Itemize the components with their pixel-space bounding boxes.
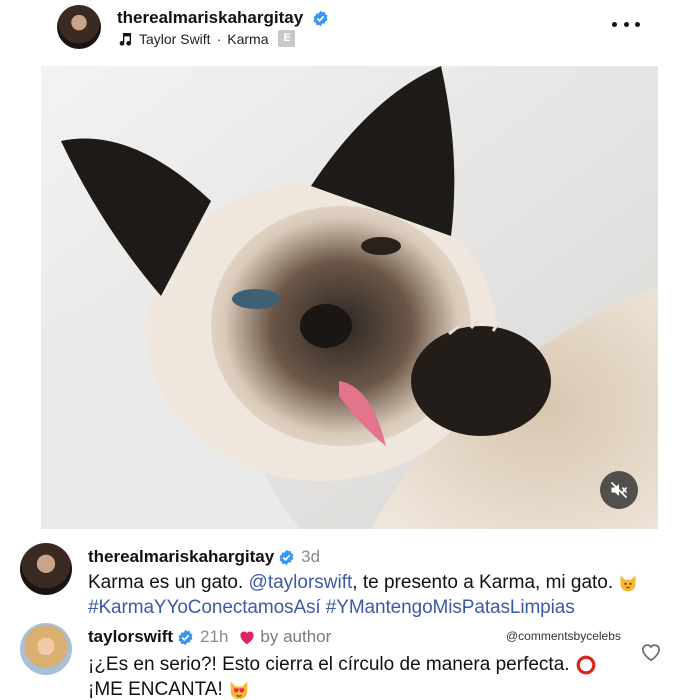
heart-eyes-cat-emoji-icon	[230, 681, 248, 700]
red-heart-icon	[240, 631, 254, 645]
mention-link[interactable]: @taylorswift	[249, 572, 353, 593]
post-author-avatar[interactable]	[57, 5, 101, 49]
comment-username[interactable]: therealmariskahargitay	[88, 547, 274, 567]
comment-avatar[interactable]	[20, 543, 72, 595]
comment-timestamp: 3d	[301, 547, 321, 566]
post-author-row: therealmariskahargitay	[117, 8, 329, 28]
verified-icon	[279, 549, 294, 565]
more-options-icon[interactable]	[612, 14, 640, 34]
cat-face-emoji-icon	[620, 575, 636, 592]
speaker-muted-icon	[610, 481, 628, 499]
audio-separator: ·	[216, 30, 222, 47]
liked-by-author-label: by author	[260, 627, 332, 646]
comment-text-part: , te presento a Karma, mi gato.	[352, 572, 614, 593]
comment-text: Karma es un gato. @taylorswift, te prese…	[88, 570, 688, 620]
cat-photo-image	[41, 66, 658, 529]
comment-text-part: Karma es un gato.	[88, 572, 249, 593]
comment-username[interactable]: taylorswift	[88, 627, 173, 647]
audio-artist: Taylor Swift	[139, 30, 211, 47]
verified-icon	[178, 629, 193, 645]
post-header: therealmariskahargitay Taylor Swift · Ka…	[0, 0, 700, 60]
explicit-badge: E	[278, 30, 296, 47]
comment-line-1: ¡¿Es en serio?! Esto cierra el círculo d…	[88, 654, 570, 675]
comment-timestamp: 21h	[200, 627, 229, 646]
audio-title: Karma	[227, 30, 269, 47]
comment-line-2: ¡ME ENCANTA!	[88, 679, 223, 700]
comment-avatar[interactable]	[20, 623, 72, 675]
comment-header: therealmariskahargitay 3d	[88, 547, 320, 567]
audio-attribution[interactable]: Taylor Swift · Karma E	[117, 30, 296, 47]
post-author-username[interactable]: therealmariskahargitay	[117, 8, 303, 27]
music-note-icon	[119, 32, 131, 46]
comment-header: taylorswift 21h by author	[88, 627, 331, 647]
comment-text: ¡¿Es en serio?! Esto cierra el círculo d…	[88, 652, 648, 700]
hashtag-links[interactable]: #KarmaYYoConectamosAsí #YMantengoMisPata…	[88, 597, 575, 618]
mute-audio-button[interactable]	[600, 471, 638, 509]
post-media-photo[interactable]	[41, 66, 658, 529]
red-circle-emoji-icon	[576, 655, 596, 675]
watermark-text: @commentsbycelebs	[506, 629, 621, 643]
verified-icon	[313, 10, 328, 27]
